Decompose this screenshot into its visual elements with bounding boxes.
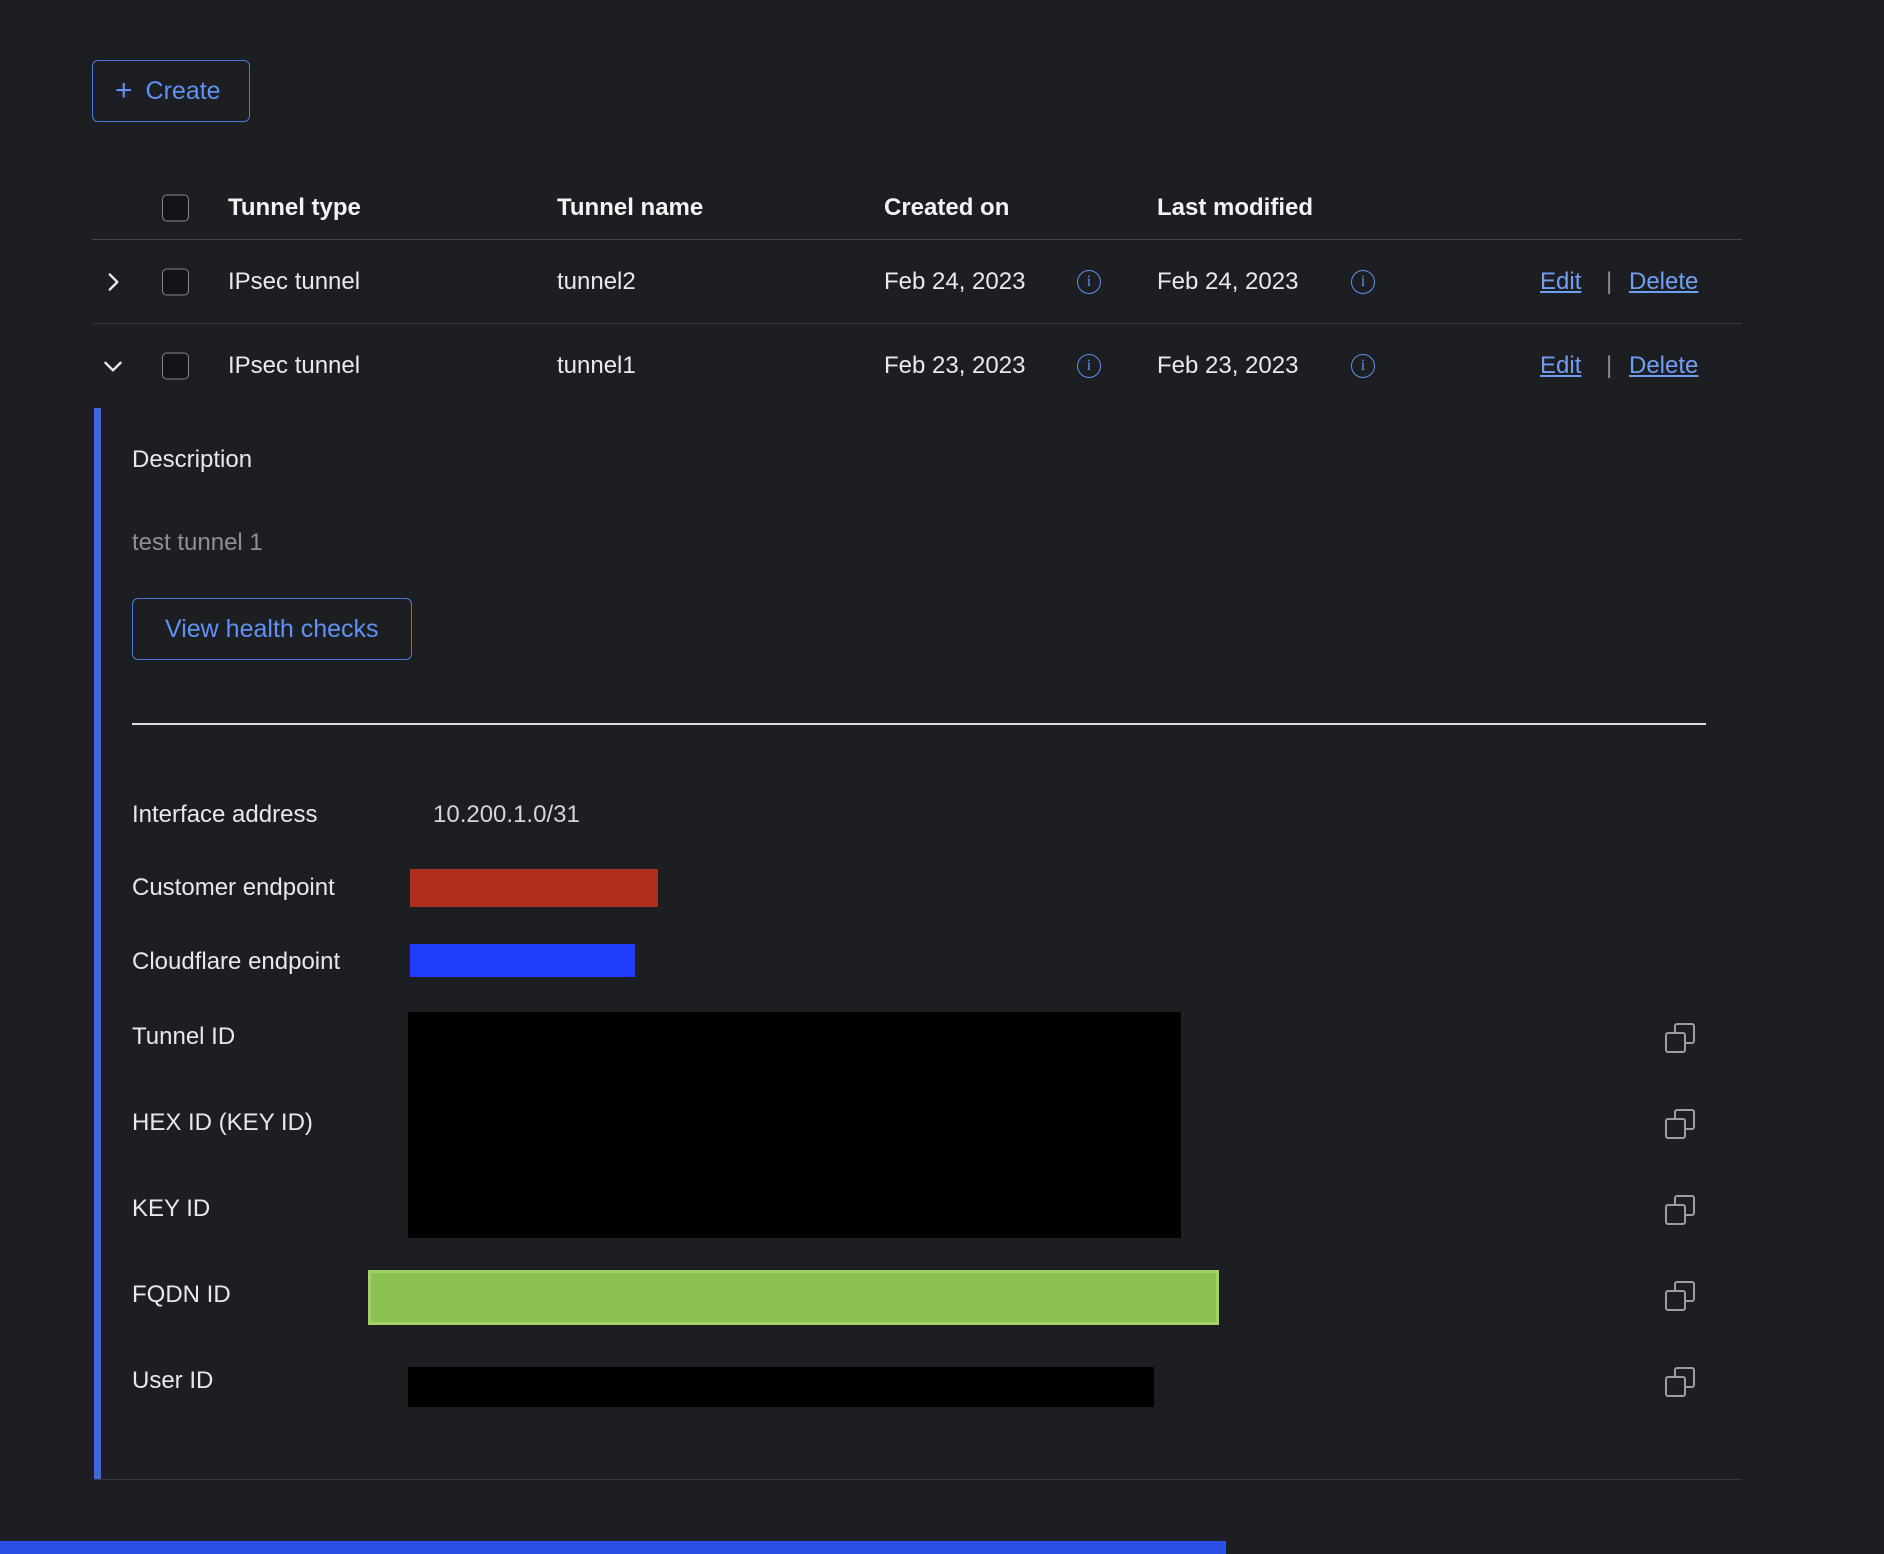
table-row-tunnel1: IPsec tunnel tunnel1 Feb 23, 2023 Feb 23… (92, 324, 1742, 408)
delete-link[interactable]: Delete (1629, 352, 1698, 380)
tunnel-name-cell: tunnel1 (557, 352, 636, 380)
tunnel-id-label: Tunnel ID (132, 1023, 235, 1051)
tunnel-ids-redacted-block (408, 1012, 1181, 1238)
plus-icon: + (115, 76, 133, 106)
select-all-checkbox[interactable] (162, 194, 189, 221)
copy-icon[interactable] (1665, 1367, 1693, 1395)
user-id-label: User ID (132, 1367, 213, 1395)
create-button[interactable]: + Create (92, 60, 250, 122)
action-separator: | (1606, 268, 1612, 296)
chevron-right-icon[interactable] (98, 267, 128, 297)
tunnel-type-cell: IPsec tunnel (228, 268, 360, 296)
info-icon[interactable] (1351, 354, 1375, 378)
detail-bottom-divider (94, 1479, 1742, 1480)
row-checkbox[interactable] (162, 353, 189, 380)
chevron-down-icon[interactable] (98, 351, 128, 381)
created-on-cell: Feb 23, 2023 (884, 352, 1025, 380)
detail-divider (132, 723, 1706, 725)
key-id-label: KEY ID (132, 1195, 210, 1223)
created-on-cell: Feb 24, 2023 (884, 268, 1025, 296)
description-label: Description (132, 446, 252, 474)
table-row-tunnel2: IPsec tunnel tunnel2 Feb 24, 2023 Feb 24… (92, 240, 1742, 324)
column-header-created-on: Created on (884, 194, 1009, 222)
customer-endpoint-redacted-value (410, 869, 658, 907)
interface-address-value: 10.200.1.0/31 (433, 801, 580, 829)
edit-link[interactable]: Edit (1540, 268, 1581, 296)
last-modified-cell: Feb 23, 2023 (1157, 352, 1298, 380)
tunnel-name-cell: tunnel2 (557, 268, 636, 296)
horizontal-scrollbar[interactable] (0, 1541, 1226, 1554)
column-header-last-modified: Last modified (1157, 194, 1313, 222)
cloudflare-endpoint-redacted-value (410, 944, 635, 977)
info-icon[interactable] (1077, 270, 1101, 294)
description-value: test tunnel 1 (132, 529, 263, 557)
copy-icon[interactable] (1665, 1281, 1693, 1309)
customer-endpoint-label: Customer endpoint (132, 874, 335, 902)
create-button-label: Create (146, 77, 221, 106)
info-icon[interactable] (1351, 270, 1375, 294)
user-id-redacted-value (408, 1367, 1154, 1407)
tunnels-page: + Create Tunnel type Tunnel name Created… (0, 0, 1884, 1554)
view-health-checks-label: View health checks (165, 615, 379, 644)
column-header-tunnel-type: Tunnel type (228, 194, 361, 222)
tunnel-type-cell: IPsec tunnel (228, 352, 360, 380)
copy-icon[interactable] (1665, 1195, 1693, 1223)
cloudflare-endpoint-label: Cloudflare endpoint (132, 948, 340, 976)
delete-link[interactable]: Delete (1629, 268, 1698, 296)
last-modified-cell: Feb 24, 2023 (1157, 268, 1298, 296)
action-separator: | (1606, 352, 1612, 380)
fqdn-id-label: FQDN ID (132, 1281, 231, 1309)
fqdn-id-redacted-value (368, 1270, 1219, 1325)
expanded-row-accent-bar (94, 408, 101, 1479)
info-icon[interactable] (1077, 354, 1101, 378)
copy-icon[interactable] (1665, 1109, 1693, 1137)
copy-icon[interactable] (1665, 1023, 1693, 1051)
edit-link[interactable]: Edit (1540, 352, 1581, 380)
view-health-checks-button[interactable]: View health checks (132, 598, 412, 660)
row-checkbox[interactable] (162, 268, 189, 295)
hex-id-label: HEX ID (KEY ID) (132, 1109, 313, 1137)
column-header-tunnel-name: Tunnel name (557, 194, 703, 222)
table-header-row: Tunnel type Tunnel name Created on Last … (92, 176, 1742, 240)
interface-address-label: Interface address (132, 801, 317, 829)
